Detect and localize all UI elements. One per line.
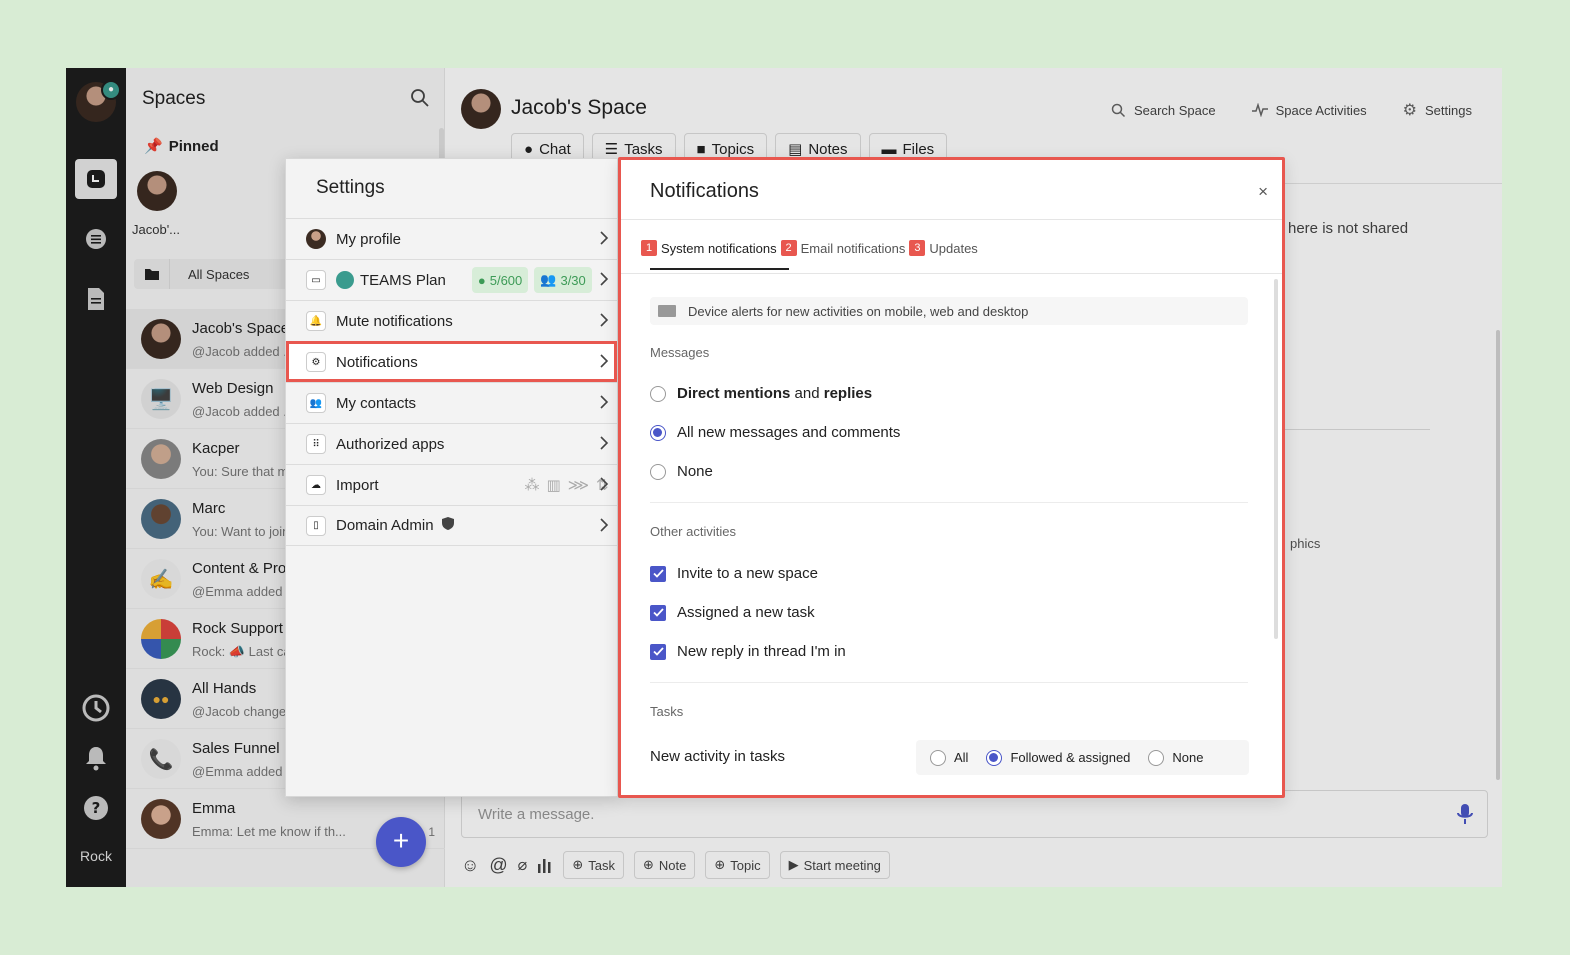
chevron-right-icon — [599, 231, 609, 249]
radio-button[interactable] — [930, 749, 946, 766]
radio-button[interactable] — [650, 385, 666, 402]
notifications-panel: Notifications × 1 System notifications 2… — [618, 157, 1285, 798]
chevron-right-icon — [599, 436, 609, 454]
building-icon: ▯ — [306, 515, 326, 536]
checkbox[interactable] — [650, 643, 666, 660]
settings-item-apps[interactable]: ⠿ Authorized apps — [286, 423, 617, 464]
panel-title: Notifications — [650, 180, 759, 202]
panel-scrollbar[interactable] — [1274, 279, 1278, 639]
radio-button[interactable] — [650, 463, 666, 480]
team-icon — [336, 271, 354, 289]
trello-icon: ▥ — [546, 477, 561, 494]
device-alert-banner: Device alerts for new activities on mobi… — [650, 297, 1248, 325]
chevron-right-icon — [599, 395, 609, 413]
shield-icon — [441, 517, 454, 534]
asana-icon: ⁂ — [524, 477, 540, 494]
monitor-icon — [658, 305, 676, 317]
radio-direct-mentions[interactable]: Direct mentions and replies — [650, 385, 872, 402]
step-badge: 1 — [641, 240, 657, 256]
bell-icon: 🔔 — [306, 311, 326, 331]
new-space-button[interactable]: + — [376, 817, 426, 867]
chevron-right-icon — [599, 313, 609, 331]
avatar — [306, 229, 326, 249]
checkbox-assigned-task[interactable]: Assigned a new task — [650, 604, 815, 621]
task-activity-label: New activity in tasks — [650, 748, 786, 765]
settings-item-contacts[interactable]: 👥 My contacts — [286, 382, 617, 423]
tab-system-notifications[interactable]: 1 System notifications — [641, 240, 789, 270]
storage-icon: ● — [477, 272, 486, 288]
wallet-icon: ▭ — [306, 270, 326, 290]
other-activities-heading: Other activities — [650, 524, 736, 539]
task-activity-options: All Followed & assigned None — [916, 740, 1249, 775]
close-icon[interactable]: × — [1258, 182, 1268, 202]
radio-button[interactable] — [650, 424, 666, 441]
step-badge: 3 — [909, 240, 926, 256]
radio-button[interactable] — [1148, 749, 1165, 766]
settings-item-notifications[interactable]: ⚙ Notifications — [286, 341, 617, 382]
divider — [621, 273, 1282, 274]
storage-badge: ● 5/600 — [471, 267, 529, 293]
tab-updates[interactable]: 3 Updates — [909, 240, 978, 270]
checkbox[interactable] — [650, 604, 666, 621]
jira-icon: ⋙ — [567, 477, 590, 494]
import-sources: ⁂ ▥ ⋙ ⇅ — [525, 476, 609, 494]
tasks-heading: Tasks — [650, 704, 684, 719]
settings-title: Settings — [316, 177, 385, 198]
chevron-right-icon — [599, 354, 609, 372]
cloud-upload-icon: ☁ — [306, 475, 326, 495]
settings-list: My profile ▭ TEAMS Plan ● 5/600 👥 3/30 🔔 M… — [286, 218, 617, 546]
checkbox[interactable] — [650, 565, 666, 582]
messages-heading: Messages — [650, 345, 710, 360]
radio-button[interactable] — [986, 749, 1003, 766]
checkbox-thread-reply[interactable]: New reply in thread I'm in — [650, 643, 846, 660]
notification-tabs: 1 System notifications 2 Email notificat… — [641, 240, 978, 270]
checkbox-invite-space[interactable]: Invite to a new space — [650, 565, 818, 582]
main-scrollbar[interactable] — [1496, 330, 1500, 780]
step-badge: 2 — [780, 240, 797, 256]
divider — [621, 219, 1282, 220]
settings-item-import[interactable]: ☁ Import ⁂ ▥ ⋙ ⇅ — [286, 464, 617, 505]
radio-task-none[interactable]: None — [1148, 749, 1204, 766]
members-badge: 👥 3/30 — [534, 267, 592, 293]
settings-item-domain[interactable]: ▯ Domain Admin — [286, 505, 617, 546]
radio-task-all[interactable]: All — [930, 749, 968, 766]
settings-item-profile[interactable]: My profile — [286, 218, 617, 259]
chevron-right-icon — [599, 518, 609, 536]
tab-email-notifications[interactable]: 2 Email notifications — [780, 240, 905, 270]
divider — [650, 682, 1248, 683]
app-window: ● ? Rock Spaces 📌 Pinned Jacob'... All S… — [66, 68, 1502, 887]
radio-none[interactable]: None — [650, 463, 713, 480]
contacts-icon: 👥 — [306, 393, 326, 413]
chevron-right-icon — [599, 272, 609, 290]
radio-task-followed[interactable]: Followed & assigned — [986, 749, 1130, 766]
members-icon: 👥 — [540, 272, 557, 287]
grid-icon: ⠿ — [306, 434, 326, 454]
settings-item-mute[interactable]: 🔔 Mute notifications — [286, 300, 617, 341]
settings-menu: Settings My profile ▭ TEAMS Plan ● 5/600 … — [285, 158, 618, 797]
radio-all-messages[interactable]: All new messages and comments — [650, 424, 900, 441]
gear-icon: ⚙ — [306, 352, 326, 372]
divider — [650, 502, 1248, 503]
settings-item-plan[interactable]: ▭ TEAMS Plan ● 5/600 👥 3/30 — [286, 259, 617, 300]
chevron-right-icon — [599, 477, 609, 495]
